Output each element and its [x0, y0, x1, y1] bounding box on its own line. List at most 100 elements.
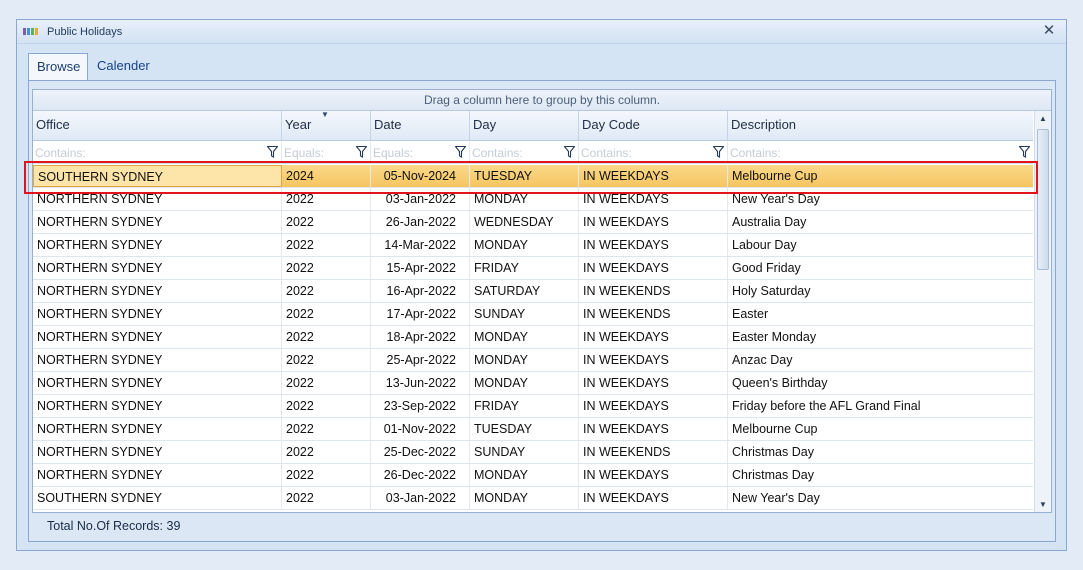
cell-year[interactable]: 2022 — [282, 464, 371, 486]
cell-date[interactable]: 03-Jan-2022 — [371, 487, 470, 509]
cell-date[interactable]: 23-Sep-2022 — [371, 395, 470, 417]
cell-year[interactable]: 2022 — [282, 372, 371, 394]
cell-day[interactable]: MONDAY — [470, 349, 579, 371]
filter-day-input[interactable]: Contains: — [470, 142, 579, 163]
cell-date[interactable]: 16-Apr-2022 — [371, 280, 470, 302]
cell-year[interactable]: 2022 — [282, 395, 371, 417]
table-row[interactable]: SOUTHERN SYDNEY 2024 05-Nov-2024 TUESDAY IN … — [33, 165, 1033, 188]
table-row[interactable]: NORTHERN SYDNEY 2022 14-Mar-2022 MONDAY IN W… — [33, 234, 1033, 257]
cell-year[interactable]: 2022 — [282, 257, 371, 279]
cell-day[interactable]: TUESDAY — [470, 418, 579, 440]
cell-description[interactable]: Easter Monday — [728, 326, 1033, 348]
cell-day-code[interactable]: IN WEEKDAYS — [579, 211, 728, 233]
filter-date-input[interactable]: Equals: — [371, 142, 470, 163]
column-header-day-code[interactable]: Day Code — [579, 111, 728, 140]
filter-funnel-icon[interactable] — [267, 146, 278, 158]
cell-office[interactable]: NORTHERN SYDNEY — [33, 395, 282, 417]
cell-office[interactable]: NORTHERN SYDNEY — [33, 257, 282, 279]
cell-year[interactable]: 2024 — [282, 165, 371, 187]
cell-day[interactable]: MONDAY — [470, 326, 579, 348]
cell-office[interactable]: NORTHERN SYDNEY — [33, 349, 282, 371]
table-row[interactable]: NORTHERN SYDNEY 2022 25-Apr-2022 MONDAY IN W… — [33, 349, 1033, 372]
table-row[interactable]: NORTHERN SYDNEY 2022 17-Apr-2022 SUNDAY IN W… — [33, 303, 1033, 326]
cell-day-code[interactable]: IN WEEKDAYS — [579, 326, 728, 348]
cell-year[interactable]: 2022 — [282, 441, 371, 463]
filter-funnel-icon[interactable] — [1019, 146, 1030, 158]
cell-office[interactable]: SOUTHERN SYDNEY — [33, 165, 282, 187]
filter-funnel-icon[interactable] — [713, 146, 724, 158]
cell-date[interactable]: 26-Jan-2022 — [371, 211, 470, 233]
cell-day-code[interactable]: IN WEEKDAYS — [579, 464, 728, 486]
cell-description[interactable]: Friday before the AFL Grand Final — [728, 395, 1033, 417]
tab-browse[interactable]: Browse — [28, 53, 88, 80]
cell-day-code[interactable]: IN WEEKENDS — [579, 280, 728, 302]
cell-day-code[interactable]: IN WEEKENDS — [579, 441, 728, 463]
cell-date[interactable]: 25-Dec-2022 — [371, 441, 470, 463]
table-row[interactable]: NORTHERN SYDNEY 2022 18-Apr-2022 MONDAY IN W… — [33, 326, 1033, 349]
cell-description[interactable]: Good Friday — [728, 257, 1033, 279]
cell-date[interactable]: 25-Apr-2022 — [371, 349, 470, 371]
cell-day[interactable]: TUESDAY — [470, 165, 579, 187]
cell-description[interactable]: Melbourne Cup — [728, 418, 1033, 440]
cell-day-code[interactable]: IN WEEKDAYS — [579, 165, 728, 187]
table-row[interactable]: NORTHERN SYDNEY 2022 01-Nov-2022 TUESDAY IN … — [33, 418, 1033, 441]
cell-description[interactable]: Melbourne Cup — [728, 165, 1033, 187]
cell-year[interactable]: 2022 — [282, 211, 371, 233]
cell-office[interactable]: NORTHERN SYDNEY — [33, 418, 282, 440]
cell-year[interactable]: 2022 — [282, 418, 371, 440]
cell-date[interactable]: 18-Apr-2022 — [371, 326, 470, 348]
cell-day-code[interactable]: IN WEEKDAYS — [579, 234, 728, 256]
cell-office[interactable]: NORTHERN SYDNEY — [33, 188, 282, 210]
table-row[interactable]: NORTHERN SYDNEY 2022 15-Apr-2022 FRIDAY IN W… — [33, 257, 1033, 280]
cell-date[interactable]: 13-Jun-2022 — [371, 372, 470, 394]
filter-day-code-input[interactable]: Contains: — [579, 142, 728, 163]
cell-day[interactable]: SATURDAY — [470, 280, 579, 302]
cell-year[interactable]: 2022 — [282, 303, 371, 325]
cell-day[interactable]: FRIDAY — [470, 395, 579, 417]
cell-day-code[interactable]: IN WEEKENDS — [579, 303, 728, 325]
cell-day[interactable]: MONDAY — [470, 487, 579, 509]
cell-year[interactable]: 2022 — [282, 326, 371, 348]
cell-year[interactable]: 2022 — [282, 280, 371, 302]
cell-date[interactable]: 03-Jan-2022 — [371, 188, 470, 210]
title-bar[interactable]: Public Holidays ✕ — [17, 20, 1066, 44]
filter-funnel-icon[interactable] — [564, 146, 575, 158]
cell-day-code[interactable]: IN WEEKDAYS — [579, 257, 728, 279]
vertical-scrollbar[interactable]: ▲ ▼ — [1034, 111, 1051, 512]
cell-office[interactable]: SOUTHERN SYDNEY — [33, 487, 282, 509]
filter-office-input[interactable]: Contains: — [33, 142, 282, 163]
cell-description[interactable]: New Year's Day — [728, 188, 1033, 210]
column-header-description[interactable]: Description — [728, 111, 1033, 140]
cell-year[interactable]: 2022 — [282, 188, 371, 210]
table-row[interactable]: NORTHERN SYDNEY 2022 25-Dec-2022 SUNDAY IN W… — [33, 441, 1033, 464]
cell-day[interactable]: FRIDAY — [470, 257, 579, 279]
scroll-thumb[interactable] — [1037, 129, 1049, 270]
cell-description[interactable]: Christmas Day — [728, 441, 1033, 463]
cell-description[interactable]: Easter — [728, 303, 1033, 325]
cell-day[interactable]: MONDAY — [470, 188, 579, 210]
cell-office[interactable]: NORTHERN SYDNEY — [33, 303, 282, 325]
column-header-day[interactable]: Day — [470, 111, 579, 140]
cell-date[interactable]: 17-Apr-2022 — [371, 303, 470, 325]
scroll-up-icon[interactable]: ▲ — [1035, 111, 1051, 127]
table-row[interactable]: NORTHERN SYDNEY 2022 16-Apr-2022 SATURDAY IN… — [33, 280, 1033, 303]
cell-date[interactable]: 14-Mar-2022 — [371, 234, 470, 256]
cell-date[interactable]: 01-Nov-2022 — [371, 418, 470, 440]
cell-date[interactable]: 05-Nov-2024 — [371, 165, 470, 187]
cell-date[interactable]: 15-Apr-2022 — [371, 257, 470, 279]
cell-day-code[interactable]: IN WEEKDAYS — [579, 487, 728, 509]
cell-day[interactable]: MONDAY — [470, 372, 579, 394]
table-row[interactable]: NORTHERN SYDNEY 2022 13-Jun-2022 MONDAY IN W… — [33, 372, 1033, 395]
tab-calender[interactable]: Calender — [89, 53, 155, 80]
cell-description[interactable]: New Year's Day — [728, 487, 1033, 509]
table-row[interactable]: NORTHERN SYDNEY 2022 26-Dec-2022 MONDAY IN W… — [33, 464, 1033, 487]
cell-day[interactable]: MONDAY — [470, 464, 579, 486]
cell-day-code[interactable]: IN WEEKDAYS — [579, 349, 728, 371]
cell-office[interactable]: NORTHERN SYDNEY — [33, 372, 282, 394]
cell-office[interactable]: NORTHERN SYDNEY — [33, 441, 282, 463]
cell-description[interactable]: Christmas Day — [728, 464, 1033, 486]
table-row[interactable]: NORTHERN SYDNEY 2022 23-Sep-2022 FRIDAY IN W… — [33, 395, 1033, 418]
cell-description[interactable]: Holy Saturday — [728, 280, 1033, 302]
column-header-date[interactable]: Date — [371, 111, 470, 140]
table-row[interactable]: SOUTHERN SYDNEY 2022 03-Jan-2022 MONDAY IN W… — [33, 487, 1033, 510]
